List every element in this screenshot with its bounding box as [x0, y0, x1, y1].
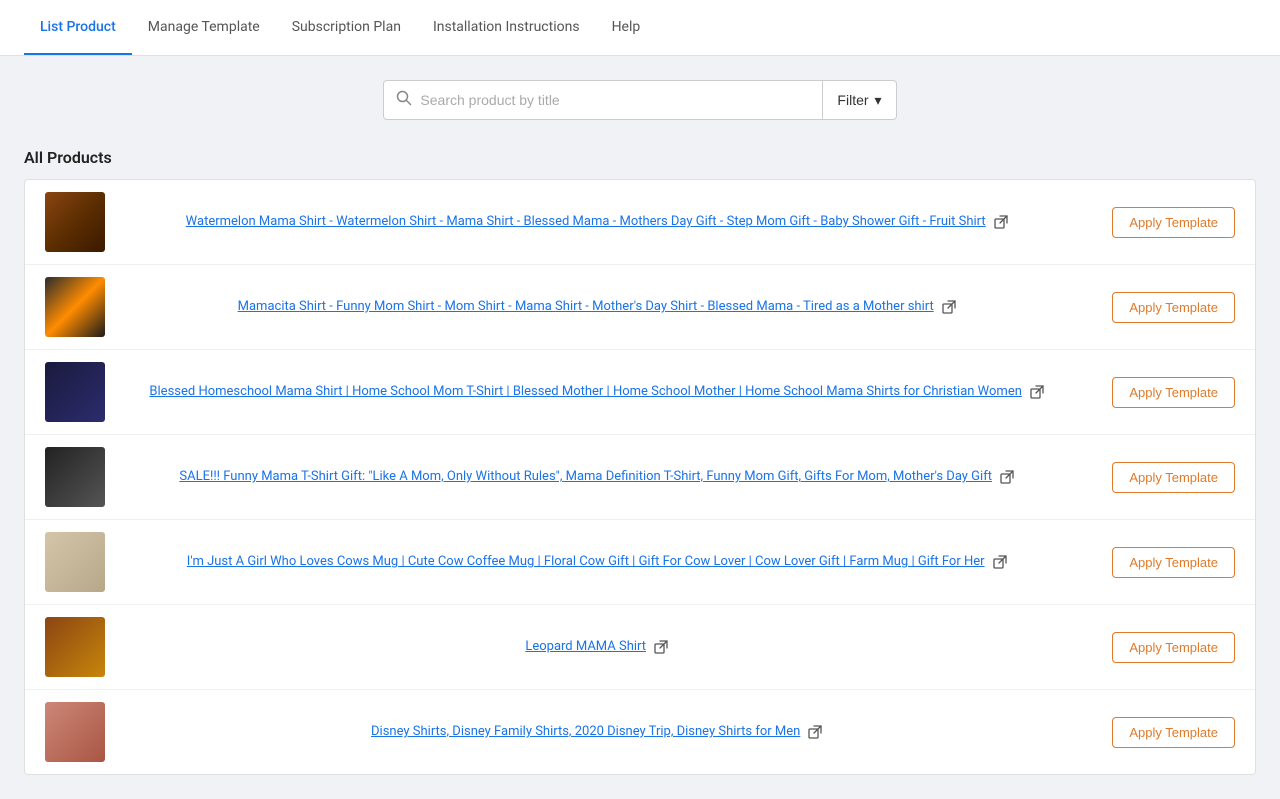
product-title[interactable]: SALE!!! Funny Mama T-Shirt Gift: "Like A… [179, 467, 992, 487]
external-link-icon[interactable] [808, 725, 822, 739]
search-row: Filter ▾ [24, 80, 1256, 120]
apply-template-button[interactable]: Apply Template [1112, 547, 1235, 578]
product-row: SALE!!! Funny Mama T-Shirt Gift: "Like A… [25, 435, 1255, 520]
product-title-ext-wrap: Mamacita Shirt - Funny Mom Shirt - Mom S… [121, 297, 1072, 317]
external-link-icon[interactable] [654, 640, 668, 654]
product-title[interactable]: Disney Shirts, Disney Family Shirts, 202… [371, 722, 800, 742]
nav-manage-template[interactable]: Manage Template [132, 1, 276, 55]
product-title-ext-wrap: I'm Just A Girl Who Loves Cows Mug | Cut… [121, 552, 1072, 572]
external-link-icon[interactable] [1030, 385, 1044, 399]
product-list: Watermelon Mama Shirt - Watermelon Shirt… [24, 179, 1256, 775]
filter-label: Filter [837, 92, 868, 108]
product-row: I'm Just A Girl Who Loves Cows Mug | Cut… [25, 520, 1255, 605]
product-thumbnail [45, 277, 105, 337]
product-row: Leopard MAMA Shirt Apply Template [25, 605, 1255, 690]
external-link-icon[interactable] [1000, 470, 1014, 484]
product-title-ext-wrap: Disney Shirts, Disney Family Shirts, 202… [121, 722, 1072, 742]
product-title[interactable]: Watermelon Mama Shirt - Watermelon Shirt… [186, 212, 986, 232]
product-thumbnail [45, 532, 105, 592]
apply-template-button[interactable]: Apply Template [1112, 292, 1235, 323]
apply-template-button[interactable]: Apply Template [1112, 462, 1235, 493]
filter-button[interactable]: Filter ▾ [823, 80, 896, 120]
search-icon [396, 90, 412, 110]
product-thumbnail [45, 362, 105, 422]
nav-subscription-plan[interactable]: Subscription Plan [276, 1, 417, 55]
chevron-down-icon: ▾ [875, 92, 882, 109]
product-row: Blessed Homeschool Mama Shirt | Home Sch… [25, 350, 1255, 435]
external-link-icon[interactable] [993, 555, 1007, 569]
product-title[interactable]: Leopard MAMA Shirt [525, 637, 646, 657]
product-title-ext-wrap: SALE!!! Funny Mama T-Shirt Gift: "Like A… [121, 467, 1072, 487]
search-wrapper [383, 80, 823, 120]
search-input[interactable] [420, 92, 810, 108]
product-thumbnail [45, 192, 105, 252]
product-title[interactable]: Blessed Homeschool Mama Shirt | Home Sch… [149, 382, 1021, 402]
nav-installation-instructions[interactable]: Installation Instructions [417, 1, 596, 55]
product-title-ext-wrap: Blessed Homeschool Mama Shirt | Home Sch… [121, 382, 1072, 402]
product-title[interactable]: Mamacita Shirt - Funny Mom Shirt - Mom S… [238, 297, 934, 317]
product-title[interactable]: I'm Just A Girl Who Loves Cows Mug | Cut… [187, 552, 985, 572]
external-link-icon[interactable] [994, 215, 1008, 229]
navigation: List Product Manage Template Subscriptio… [0, 0, 1280, 56]
section-title: All Products [24, 148, 1256, 167]
product-title-ext-wrap: Leopard MAMA Shirt [121, 637, 1072, 657]
nav-help[interactable]: Help [596, 1, 657, 55]
product-row: Watermelon Mama Shirt - Watermelon Shirt… [25, 180, 1255, 265]
product-thumbnail [45, 447, 105, 507]
product-thumbnail [45, 702, 105, 762]
product-thumbnail [45, 617, 105, 677]
apply-template-button[interactable]: Apply Template [1112, 632, 1235, 663]
apply-template-button[interactable]: Apply Template [1112, 207, 1235, 238]
apply-template-button[interactable]: Apply Template [1112, 377, 1235, 408]
main-content: Filter ▾ All Products Watermelon Mama Sh… [0, 56, 1280, 799]
external-link-icon[interactable] [942, 300, 956, 314]
nav-list-product[interactable]: List Product [24, 1, 132, 55]
product-row: Mamacita Shirt - Funny Mom Shirt - Mom S… [25, 265, 1255, 350]
product-row: Disney Shirts, Disney Family Shirts, 202… [25, 690, 1255, 774]
product-title-ext-wrap: Watermelon Mama Shirt - Watermelon Shirt… [121, 212, 1072, 232]
apply-template-button[interactable]: Apply Template [1112, 717, 1235, 748]
